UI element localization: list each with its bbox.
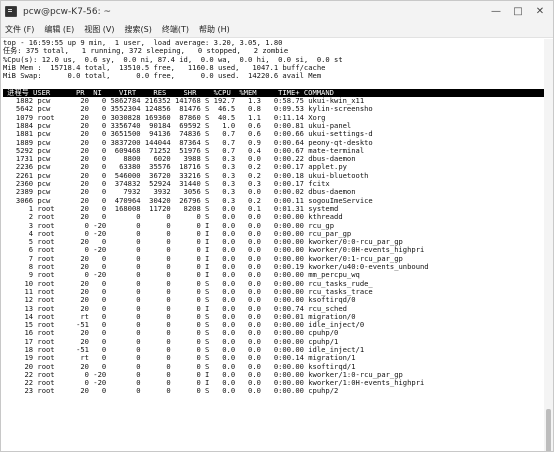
swap-line: MiB Swap: 0.0 total, 0.0 free, 0.0 used.…: [3, 71, 322, 81]
menu-terminal[interactable]: 终端(T): [162, 24, 189, 35]
terminal-app-icon: [5, 6, 17, 17]
menu-bar: 文件 (F) 编辑 (E) 视图 (V) 搜索(S) 终端(T) 帮助 (H): [1, 22, 553, 38]
process-table-body: 1882 pcw 20 0 5862784 216352 141768 S 19…: [3, 96, 544, 396]
close-button[interactable]: ✕: [529, 3, 551, 21]
minimize-button[interactable]: —: [485, 3, 507, 21]
title-bar[interactable]: pcw@pcw-K7-56: ~ — □ ✕: [1, 1, 553, 22]
menu-edit[interactable]: 编辑 (E): [44, 24, 74, 35]
maximize-button[interactable]: □: [507, 3, 529, 21]
terminal-output[interactable]: top - 16:59:55 up 9 min, 1 user, load av…: [1, 39, 544, 451]
process-row: 23 root 20 0 0 0 0 S 0.0 0.0 0:00.00 cpu…: [3, 386, 339, 396]
menu-help[interactable]: 帮助 (H): [199, 24, 230, 35]
window-title: pcw@pcw-K7-56: ~: [23, 6, 112, 17]
menu-view[interactable]: 视图 (V): [84, 24, 114, 35]
scrollbar-thumb[interactable]: [546, 409, 551, 451]
menu-file[interactable]: 文件 (F): [5, 24, 34, 35]
vertical-scrollbar[interactable]: [544, 39, 553, 451]
window-controls: — □ ✕: [485, 1, 551, 22]
menu-search[interactable]: 搜索(S): [125, 24, 152, 35]
terminal-window: pcw@pcw-K7-56: ~ — □ ✕ 文件 (F) 编辑 (E) 视图 …: [0, 0, 554, 452]
